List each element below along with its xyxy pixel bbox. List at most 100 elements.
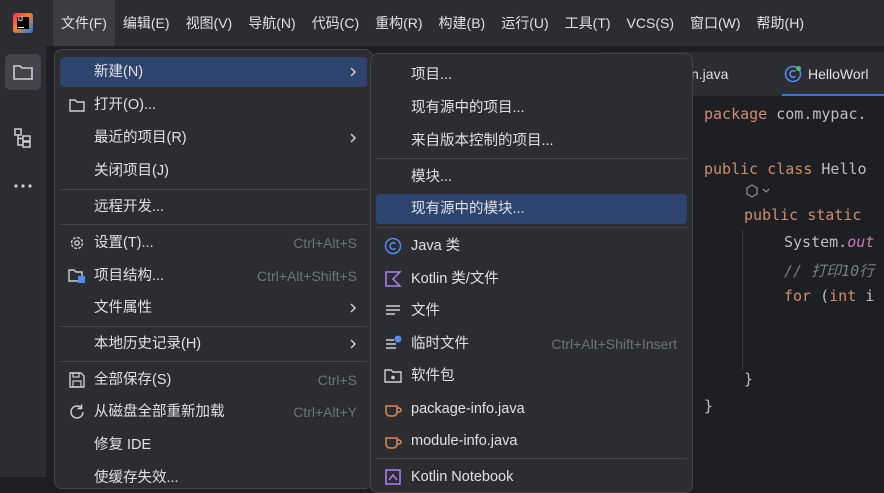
menu-window[interactable]: 窗口(W) <box>682 0 749 46</box>
menu-item-remote-development[interactable]: 远程开发... <box>60 192 367 222</box>
kotlin-notebook-icon <box>385 469 401 485</box>
menu-item-label: 项目结构... <box>94 268 165 284</box>
submenu-item-project-from-vcs[interactable]: 来自版本控制的项目... <box>376 126 687 156</box>
submenu-item-module-info[interactable]: module-info.java <box>376 426 687 456</box>
folder-icon <box>13 65 33 80</box>
java-class-icon <box>384 237 402 255</box>
menu-item-label: 打开(O)... <box>94 97 157 113</box>
shortcut-label: Ctrl+S <box>317 372 357 388</box>
code-token: System. <box>784 233 848 251</box>
menu-help[interactable]: 帮助(H) <box>749 0 812 46</box>
menu-refactor[interactable]: 重构(R) <box>367 0 430 46</box>
structure-tool-button[interactable] <box>5 120 41 156</box>
code-token: int <box>829 287 857 305</box>
menu-item-label: 新建(N) <box>94 64 144 80</box>
menu-item-settings[interactable]: 设置(T)... Ctrl+Alt+S <box>60 228 367 258</box>
kotlin-icon <box>385 271 402 287</box>
menu-item-label: 来自版本控制的项目... <box>411 133 554 149</box>
menu-item-label: package-info.java <box>411 401 525 417</box>
menu-separator <box>376 227 687 228</box>
active-tab-indicator <box>782 94 884 96</box>
submenu-item-scratch-file[interactable]: 临时文件 Ctrl+Alt+Shift+Insert <box>376 329 687 359</box>
menu-item-local-history[interactable]: 本地历史记录(H) <box>60 329 367 359</box>
tab-label: HelloWorl <box>808 66 869 82</box>
menu-item-invalidate-caches[interactable]: 使缓存失效... <box>60 463 367 493</box>
java-file-icon <box>385 437 402 449</box>
menu-file[interactable]: 文件(F) <box>53 0 115 46</box>
more-tools-button[interactable] <box>5 168 41 204</box>
menu-view[interactable]: 视图(V) <box>178 0 241 46</box>
file-menu-popup: 新建(N) 打开(O)... 最近的项目(R) 关闭项目(J) 远程开发... … <box>54 49 373 489</box>
menu-item-recent-projects[interactable]: 最近的项目(R) <box>60 123 367 153</box>
code-token: for <box>784 287 812 305</box>
submenu-item-package[interactable]: 软件包 <box>376 361 687 391</box>
menu-run[interactable]: 运行(U) <box>493 0 556 46</box>
menu-item-reload-all[interactable]: 从磁盘全部重新加载 Ctrl+Alt+Y <box>60 397 367 427</box>
menu-item-label: Kotlin 类/文件 <box>411 271 499 287</box>
menu-item-project-structure[interactable]: 项目结构... Ctrl+Alt+Shift+S <box>60 261 367 291</box>
code-token: out <box>847 233 875 251</box>
menu-item-label: 全部保存(S) <box>94 372 172 388</box>
menu-item-label: 关闭项目(J) <box>94 163 169 179</box>
project-tool-button[interactable] <box>5 54 41 90</box>
submenu-item-module[interactable]: 模块... <box>376 162 687 192</box>
chevron-right-icon <box>350 339 357 349</box>
menu-separator <box>376 158 687 159</box>
menu-item-label: 项目... <box>411 67 453 83</box>
menu-item-label: 软件包 <box>411 368 455 384</box>
submenu-item-module-from-existing[interactable]: 现有源中的模块... <box>376 194 687 224</box>
code-editor[interactable]: package com.mypac. public class Hello pu… <box>694 100 884 477</box>
menu-item-label: 远程开发... <box>94 199 165 215</box>
menu-item-label: 修复 IDE <box>94 437 152 453</box>
tab-java-file[interactable]: n.java <box>691 52 728 96</box>
submenu-item-project-from-existing[interactable]: 现有源中的项目... <box>376 93 687 123</box>
project-structure-icon <box>68 269 85 283</box>
menu-separator <box>60 326 367 327</box>
menu-code[interactable]: 代码(C) <box>304 0 367 46</box>
code-token: ( <box>811 287 830 305</box>
submenu-item-file[interactable]: 文件 <box>376 296 687 326</box>
shortcut-label: Ctrl+Alt+S <box>293 235 357 251</box>
folder-icon <box>69 99 85 112</box>
menu-item-open[interactable]: 打开(O)... <box>60 90 367 120</box>
submenu-item-kotlin-notebook[interactable]: Kotlin Notebook <box>376 462 687 492</box>
menu-separator <box>60 361 367 362</box>
menu-item-label: 使缓存失效... <box>94 470 179 486</box>
tab-helloworld[interactable]: HelloWorl <box>782 52 884 96</box>
chevron-right-icon <box>350 303 357 313</box>
chevron-right-icon <box>350 133 357 143</box>
menu-tools[interactable]: 工具(T) <box>557 0 619 46</box>
menu-item-label: 从磁盘全部重新加载 <box>94 404 225 420</box>
submenu-item-kotlin-class[interactable]: Kotlin 类/文件 <box>376 264 687 294</box>
indent-guide <box>742 230 743 370</box>
shortcut-label: Ctrl+Alt+Shift+S <box>257 268 357 284</box>
menu-item-file-properties[interactable]: 文件属性 <box>60 293 367 323</box>
main-menu-bar: 文件(F) 编辑(E) 视图(V) 导航(N) 代码(C) 重构(R) 构建(B… <box>53 0 812 46</box>
menu-build[interactable]: 构建(B) <box>431 0 494 46</box>
intellij-logo-icon[interactable]: IJ <box>13 13 33 33</box>
menu-edit[interactable]: 编辑(E) <box>115 0 178 46</box>
menu-navigate[interactable]: 导航(N) <box>240 0 303 46</box>
menu-item-new[interactable]: 新建(N) <box>60 57 367 87</box>
submenu-item-java-class[interactable]: Java 类 <box>376 231 687 261</box>
ai-inlay-icon[interactable] <box>744 183 774 199</box>
menu-item-close-project[interactable]: 关闭项目(J) <box>60 156 367 186</box>
file-icon <box>386 305 400 315</box>
menu-item-label: 模块... <box>411 169 453 185</box>
code-token: package <box>704 105 768 123</box>
menu-item-repair-ide[interactable]: 修复 IDE <box>60 430 367 460</box>
more-icon <box>14 184 32 188</box>
code-token: i <box>856 287 875 305</box>
code-token: public class <box>704 160 813 178</box>
menu-item-save-all[interactable]: 全部保存(S) Ctrl+S <box>60 365 367 395</box>
gear-icon <box>70 236 84 250</box>
structure-icon <box>14 128 31 148</box>
menu-vcs[interactable]: VCS(S) <box>619 0 682 46</box>
submenu-item-project[interactable]: 项目... <box>376 60 687 90</box>
scratch-file-icon <box>386 335 402 349</box>
menu-item-label: 临时文件 <box>411 336 469 352</box>
submenu-item-package-info[interactable]: package-info.java <box>376 394 687 424</box>
menu-item-label: 文件属性 <box>94 300 152 316</box>
new-submenu-popup: 项目... 现有源中的项目... 来自版本控制的项目... 模块... 现有源中… <box>370 53 693 493</box>
chevron-right-icon <box>350 67 357 77</box>
